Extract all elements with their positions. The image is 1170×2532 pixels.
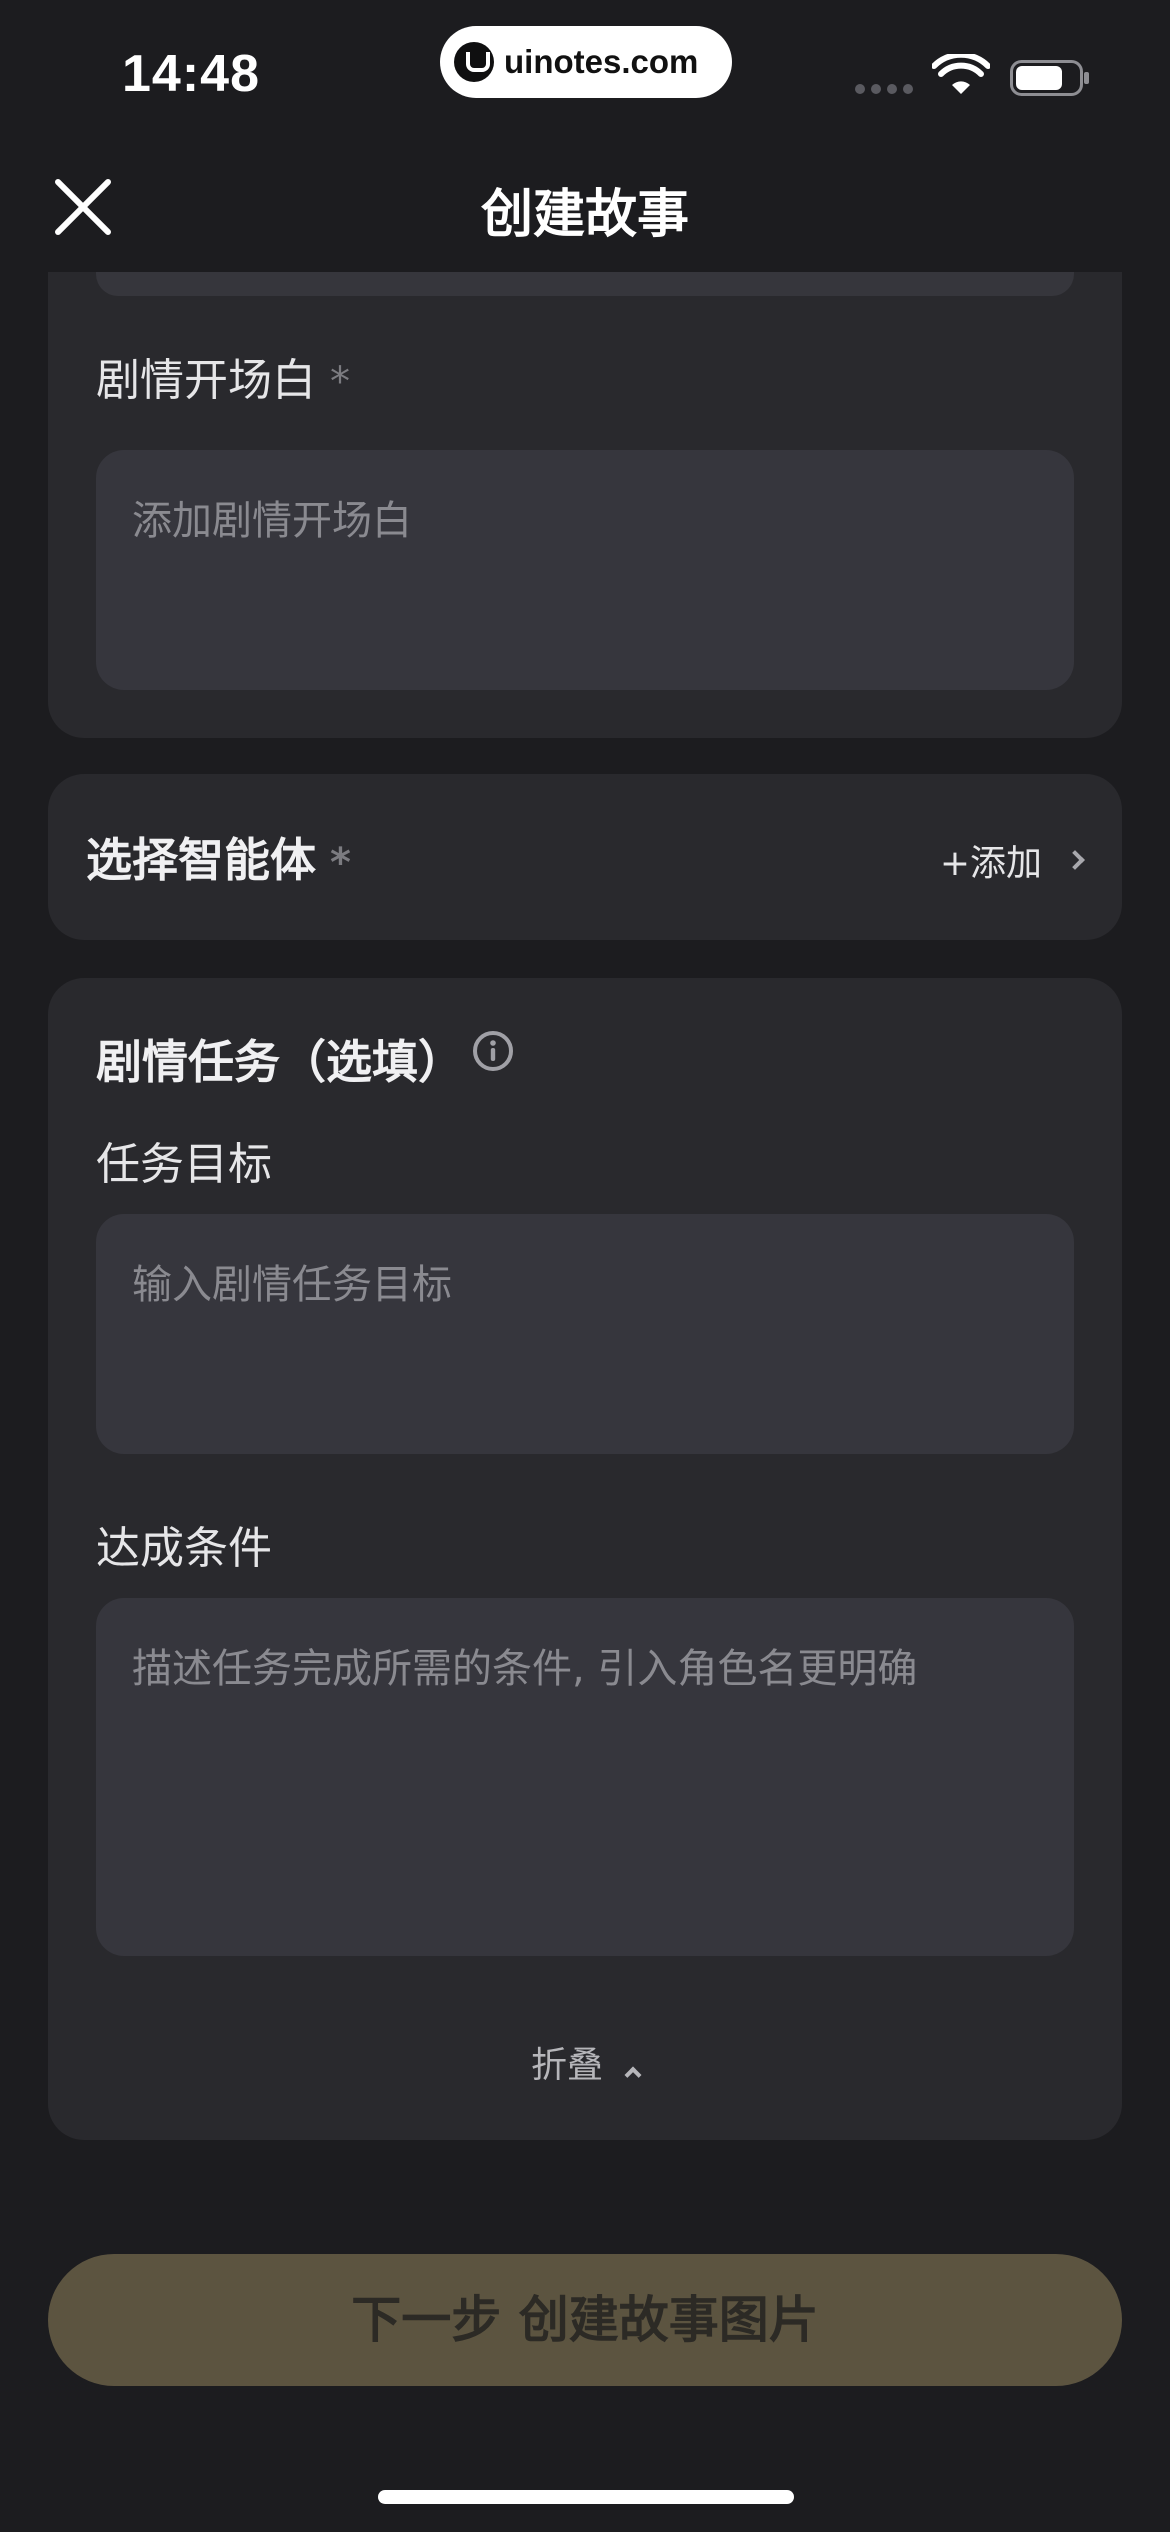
page-title: 创建故事 (480, 185, 689, 245)
watermark-logo-icon (454, 42, 494, 82)
opening-label-text: 剧情开场白 (96, 355, 316, 406)
battery-icon (1010, 60, 1089, 96)
home-indicator (378, 2490, 794, 2504)
chevron-right-icon (1065, 850, 1085, 870)
watermark-text: uinotes.com (504, 43, 699, 80)
collapse-button[interactable]: 折叠 (48, 2036, 1122, 2088)
previous-input-edge (96, 272, 1074, 296)
select-agent-row[interactable]: 选择智能体 * +添加 (48, 774, 1122, 940)
goal-input[interactable]: 输入剧情任务目标 (96, 1214, 1074, 1454)
required-mark: * (330, 359, 350, 405)
status-time: 14:48 (122, 45, 260, 103)
wifi-icon (932, 54, 990, 94)
opening-label: 剧情开场白 * (96, 344, 350, 408)
required-mark: * (330, 840, 351, 886)
condition-input[interactable]: 描述任务完成所需的条件, 引入角色名更明确 (96, 1598, 1074, 1956)
add-agent-button[interactable]: +添加 (939, 834, 1085, 886)
agent-label: 选择智能体 * (86, 824, 351, 890)
opening-card: 剧情开场白 * 添加剧情开场白 (48, 272, 1122, 738)
goal-label: 任务目标 (96, 1139, 272, 1190)
signal-icon (855, 84, 913, 94)
add-agent-label: +添加 (939, 843, 1042, 884)
opening-input[interactable]: 添加剧情开场白 (96, 450, 1074, 690)
agent-label-text: 选择智能体 (86, 833, 316, 887)
watermark-pill: uinotes.com (440, 26, 732, 98)
collapse-label: 折叠 (530, 2045, 603, 2086)
create-story-screen: 14:48 uinotes.com 创建故事 剧情开场白 * 添加剧情开场白 选择… (0, 0, 1170, 2532)
info-icon[interactable] (472, 1030, 514, 1072)
condition-label: 达成条件 (96, 1523, 272, 1574)
task-card: 剧情任务（选填） 任务目标 输入剧情任务目标 达成条件 描述任务完成所需的条件,… (48, 978, 1122, 2140)
chevron-up-icon (624, 2066, 642, 2084)
task-title: 剧情任务（选填） (96, 1035, 464, 1089)
next-step-button[interactable]: 下一步 创建故事图片 (48, 2254, 1122, 2386)
